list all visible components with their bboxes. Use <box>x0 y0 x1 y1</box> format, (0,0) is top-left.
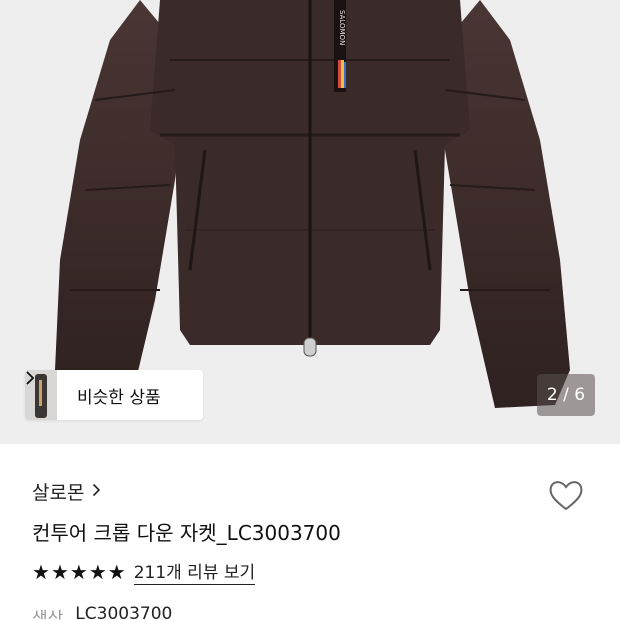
star-icon: ★ <box>88 559 107 584</box>
brand-name: 살로몬 <box>32 482 85 504</box>
color-label: 색상 <box>32 609 64 620</box>
similar-products-label: 비슷한 상품 <box>77 387 161 408</box>
star-icon: ★ <box>69 559 88 584</box>
product-image-area[interactable]: SALOMON 비슷한 상품 2 / 6 <box>0 0 620 444</box>
chevron-right-icon <box>92 481 101 502</box>
color-info: 색상 LC3003700 <box>32 604 172 620</box>
svg-text:SALOMON: SALOMON <box>338 10 346 45</box>
star-icon: ★ <box>32 559 50 584</box>
similar-products-button[interactable]: 비슷한 상품 <box>25 370 203 420</box>
star-icon: ★ <box>107 559 126 584</box>
rating-row: ★ ★ ★ ★ ★ 211개 리뷰 보기 <box>32 558 256 585</box>
color-value: LC3003700 <box>75 604 173 620</box>
brand-link[interactable]: 살로몬 <box>32 478 101 505</box>
heart-icon[interactable] <box>546 476 586 516</box>
rating-stars: ★ ★ ★ ★ ★ <box>32 562 126 582</box>
image-pager: 2 / 6 <box>537 374 595 416</box>
reviews-link[interactable]: 211개 리뷰 보기 <box>133 558 256 585</box>
star-icon: ★ <box>50 559 69 584</box>
product-title: 컨투어 크롭 다운 자켓_LC3003700 <box>32 521 341 545</box>
